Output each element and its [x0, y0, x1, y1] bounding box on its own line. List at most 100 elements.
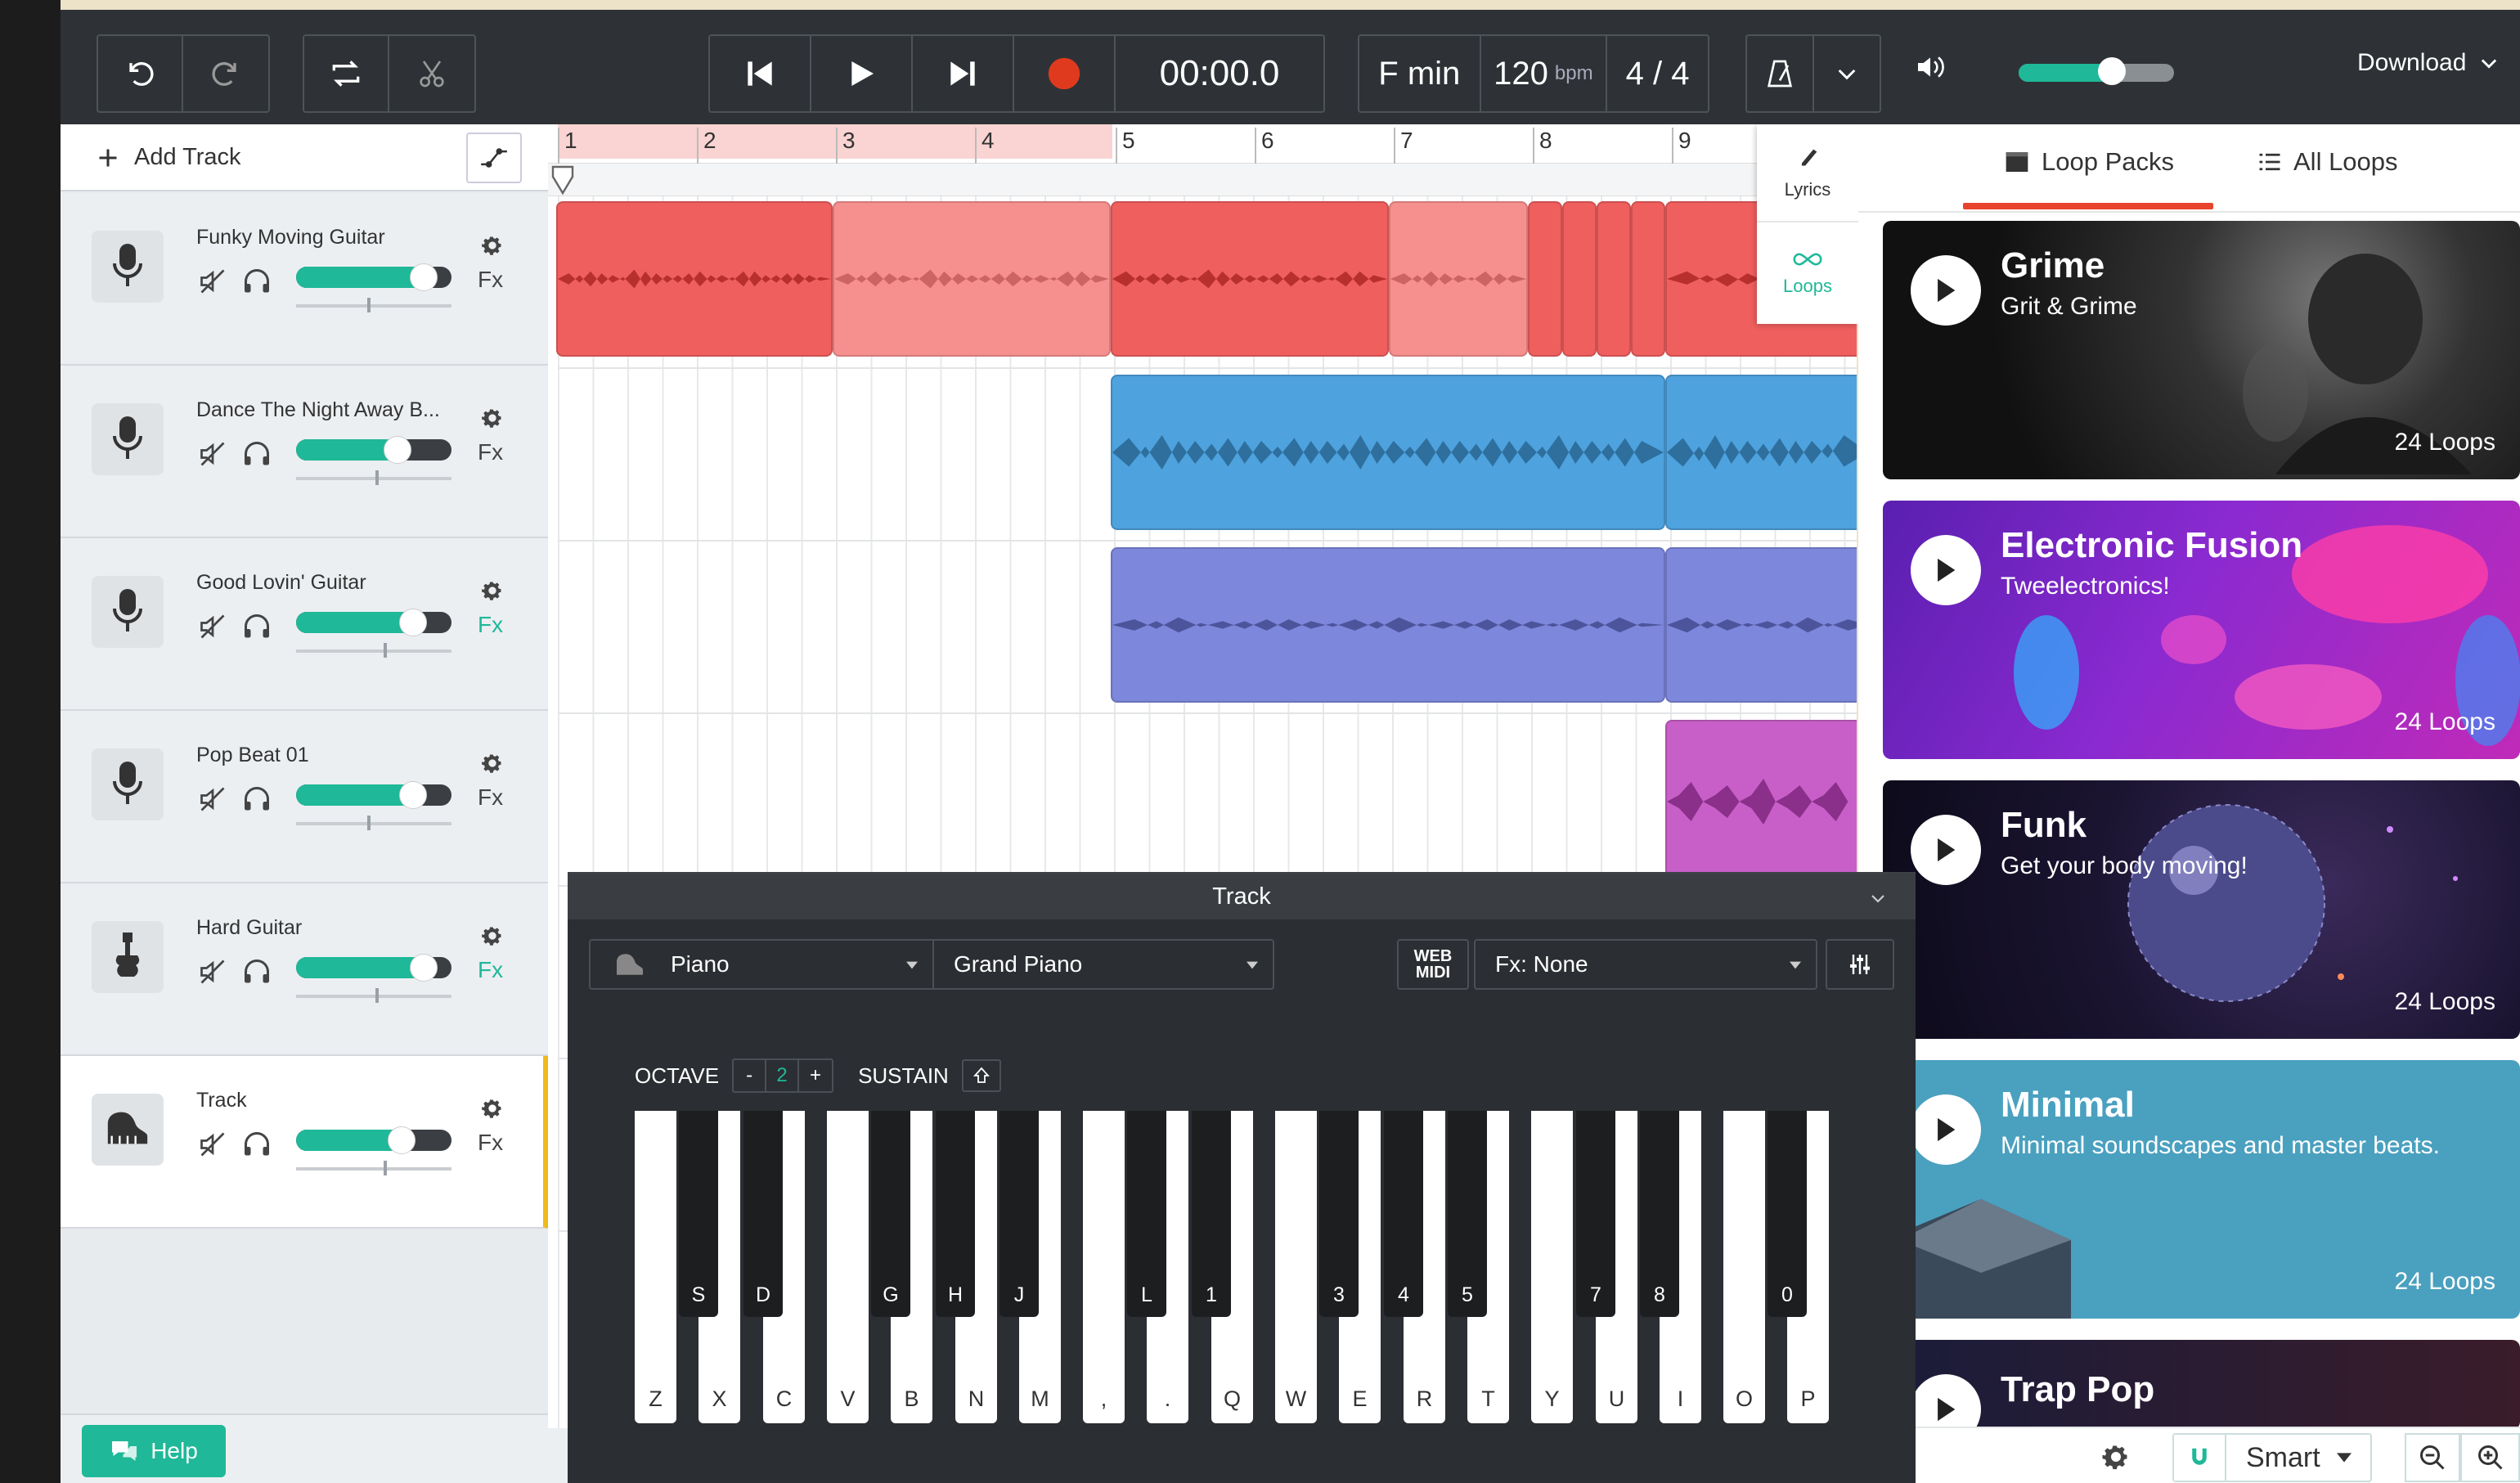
black-key[interactable]: S [679, 1111, 718, 1317]
loop-button[interactable] [304, 36, 390, 111]
mute-icon[interactable] [198, 267, 227, 300]
headphones-icon[interactable] [242, 267, 272, 300]
audio-clip[interactable] [1111, 375, 1665, 530]
track-settings-button[interactable] [481, 1097, 504, 1124]
track-name[interactable]: Hard Guitar [196, 916, 466, 940]
track-pan-marker[interactable] [375, 470, 379, 485]
white-key[interactable]: , [1083, 1111, 1125, 1423]
master-volume-slider[interactable] [2019, 64, 2174, 82]
track-name[interactable]: Funky Moving Guitar [196, 226, 466, 249]
snap-control[interactable]: Smart [2172, 1433, 2372, 1482]
instrument-button[interactable] [92, 231, 164, 303]
track-row[interactable]: Track Fx [61, 1056, 548, 1229]
snap-toggle[interactable] [2174, 1435, 2226, 1481]
instrument-button[interactable] [92, 403, 164, 475]
loop-pack-card[interactable]: Funk Get your body moving! 24 Loops [1883, 780, 2520, 1039]
mute-icon[interactable] [198, 612, 227, 645]
timeline-ruler[interactable]: 1 2 3 4 5 6 7 8 9 [548, 124, 1857, 164]
audio-clip[interactable] [1562, 201, 1597, 357]
white-key[interactable]: V [827, 1111, 869, 1423]
track-name[interactable]: Dance The Night Away B... [196, 398, 466, 422]
redo-button[interactable] [183, 36, 268, 111]
metronome-button[interactable] [1747, 36, 1814, 111]
loops-tab[interactable]: Loops [1757, 224, 1858, 322]
web-midi-button[interactable]: WEB MIDI [1397, 939, 1469, 990]
track-fx-button[interactable]: Fx [478, 1130, 503, 1156]
track-pan-marker[interactable] [375, 988, 379, 1003]
loop-pack-card[interactable]: Electronic Fusion Tweelectronics! 24 Loo… [1883, 501, 2520, 759]
instrument-button[interactable] [92, 1094, 164, 1166]
track-fx-button[interactable]: Fx [478, 439, 503, 465]
track-name[interactable]: Track [196, 1089, 466, 1112]
white-key[interactable]: O [1723, 1111, 1765, 1423]
black-key[interactable]: 7 [1576, 1111, 1615, 1317]
track-pan-slider[interactable] [296, 304, 451, 308]
track-volume-slider[interactable] [296, 1130, 451, 1151]
headphones-icon[interactable] [242, 1130, 272, 1163]
add-track-button[interactable]: Add Track [97, 144, 241, 171]
white-key[interactable]: W [1275, 1111, 1317, 1423]
white-key[interactable]: Y [1531, 1111, 1573, 1423]
track-settings-button[interactable] [481, 579, 504, 606]
track-pan-slider[interactable] [296, 649, 451, 653]
audio-clip[interactable] [833, 201, 1111, 357]
track-settings-button[interactable] [481, 924, 504, 951]
track-row[interactable]: Funky Moving Guitar Fx [61, 193, 548, 366]
audio-clip[interactable] [1597, 201, 1631, 357]
audio-clip[interactable] [1389, 201, 1528, 357]
play-button[interactable] [811, 36, 913, 111]
volume-toggle[interactable] [1914, 51, 1947, 83]
audio-clip[interactable] [1111, 201, 1389, 357]
black-key[interactable]: 3 [1319, 1111, 1359, 1317]
audio-clip[interactable] [1665, 720, 1857, 883]
master-volume-knob[interactable] [2098, 57, 2126, 85]
playhead-marker-icon[interactable] [548, 164, 577, 196]
key-selector[interactable]: F min [1359, 36, 1481, 111]
instrument-button[interactable] [92, 921, 164, 993]
track-volume-slider[interactable] [296, 612, 451, 633]
track-pan-marker[interactable] [384, 643, 387, 658]
black-key[interactable]: 4 [1384, 1111, 1423, 1317]
track-settings-button[interactable] [481, 407, 504, 434]
fx-dropdown[interactable]: Fx: None [1474, 939, 1817, 990]
track-volume-knob[interactable] [410, 263, 438, 291]
track-volume-knob[interactable] [410, 954, 438, 982]
play-pack-button[interactable] [1911, 255, 1981, 326]
sustain-toggle[interactable] [961, 1059, 1001, 1092]
track-pan-marker[interactable] [367, 816, 371, 830]
black-key[interactable]: 0 [1768, 1111, 1807, 1317]
track-pan-slider[interactable] [296, 477, 451, 480]
record-button[interactable] [1014, 36, 1116, 111]
audio-clip[interactable] [1528, 201, 1562, 357]
settings-button[interactable] [2096, 1436, 2136, 1477]
tab-loop-packs[interactable]: Loop Packs [2004, 147, 2174, 177]
play-pack-button[interactable] [1911, 815, 1981, 885]
tab-all-loops[interactable]: All Loops [2257, 147, 2398, 177]
instrument-panel-header[interactable]: Track [568, 874, 1916, 919]
preset-dropdown[interactable]: Grand Piano [934, 941, 1273, 988]
headphones-icon[interactable] [242, 612, 272, 645]
metronome-dropdown[interactable] [1814, 36, 1880, 111]
audio-clip[interactable] [1665, 375, 1857, 530]
chevron-down-icon[interactable] [1868, 888, 1888, 908]
loop-region[interactable] [558, 124, 1112, 159]
timeline-subruler[interactable] [548, 164, 1857, 196]
zoom-in-button[interactable] [2460, 1433, 2520, 1482]
instrument-button[interactable] [92, 576, 164, 648]
skip-back-button[interactable] [710, 36, 811, 111]
loop-pack-card[interactable]: Minimal Minimal soundscapes and master b… [1883, 1060, 2520, 1319]
track-volume-knob[interactable] [388, 1126, 416, 1154]
track-name[interactable]: Pop Beat 01 [196, 744, 466, 767]
mute-icon[interactable] [198, 784, 227, 818]
lyrics-tab[interactable]: Lyrics [1757, 124, 1858, 222]
white-key[interactable]: Z [635, 1111, 676, 1423]
audio-clip[interactable] [1111, 547, 1665, 703]
zoom-out-button[interactable] [2405, 1433, 2460, 1482]
track-row[interactable]: Pop Beat 01 Fx [61, 711, 548, 883]
loop-pack-card[interactable]: Grime Grit & Grime 24 Loops [1883, 221, 2520, 479]
loop-pack-card[interactable]: Trap Pop [1883, 1340, 2520, 1430]
headphones-icon[interactable] [242, 957, 272, 991]
track-name[interactable]: Good Lovin' Guitar [196, 571, 466, 595]
black-key[interactable]: H [936, 1111, 975, 1317]
octave-increment[interactable]: + [799, 1060, 832, 1091]
